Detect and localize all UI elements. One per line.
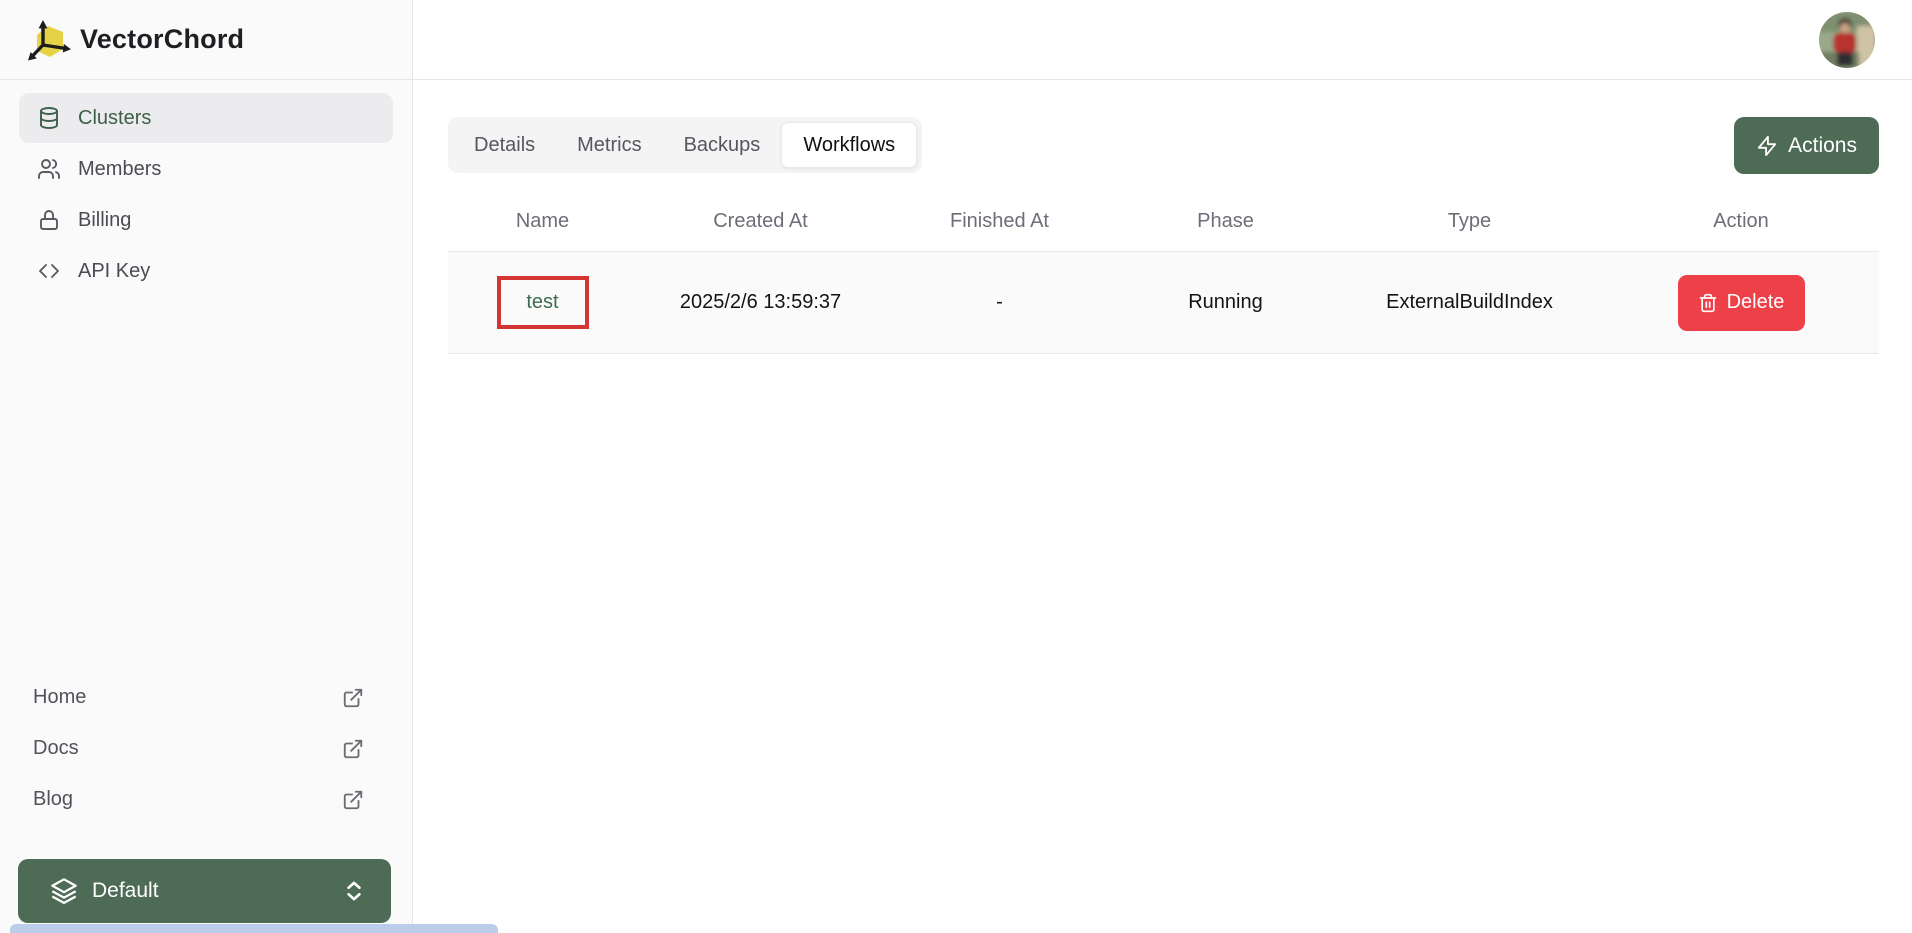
external-link-icon [342,687,364,709]
column-header-action: Action [1603,191,1879,251]
sidebar-item-label: API Key [78,260,150,283]
cluster-tabs: Details Metrics Backups Workflows [448,117,922,173]
sidebar-footer-links: Home Docs Blog [0,672,412,825]
sidebar-item-clusters[interactable]: Clusters [19,93,393,143]
cell-name: test [448,252,637,353]
workspace-switcher-button[interactable]: Default [18,859,391,923]
sidebar-link-label: Home [33,686,86,709]
cell-phase: Running [1115,252,1336,353]
tab-label: Metrics [577,134,641,157]
lock-icon [37,208,61,232]
delete-button[interactable]: Delete [1678,275,1805,331]
sidebar-link-blog[interactable]: Blog [0,774,412,825]
toolbar: Details Metrics Backups Workflows Action… [448,117,1879,174]
sidebar-item-label: Members [78,158,161,181]
column-header-created-at: Created At [637,191,884,251]
bottom-overlay-strip [10,924,498,933]
zap-icon [1756,135,1778,157]
top-bar [413,0,1912,80]
sidebar-spacer [0,297,412,672]
users-icon [37,157,61,181]
tab-label: Workflows [803,134,895,157]
sidebar-item-members[interactable]: Members [19,144,393,194]
cell-finished-at: - [884,252,1115,353]
trash-icon [1698,293,1718,313]
cell-action: Delete [1603,252,1879,353]
vectorchord-logo-icon [26,17,72,63]
cell-type: ExternalBuildIndex [1336,252,1603,353]
table-row: test 2025/2/6 13:59:37 - Running Externa… [448,251,1879,354]
workflows-panel: Details Metrics Backups Workflows Action… [413,80,1912,354]
brand-header: VectorChord [0,0,412,80]
column-header-phase: Phase [1115,191,1336,251]
sidebar-link-docs[interactable]: Docs [0,723,412,774]
sidebar-item-api-key[interactable]: API Key [19,246,393,296]
tab-details[interactable]: Details [453,122,556,168]
sidebar-link-home[interactable]: Home [0,672,412,723]
database-icon [37,106,61,130]
actions-button[interactable]: Actions [1734,117,1879,174]
sidebar-nav: Clusters Members Billing API Key [0,80,412,297]
tab-workflows[interactable]: Workflows [781,122,917,168]
main-area: Details Metrics Backups Workflows Action… [413,0,1912,933]
column-header-finished-at: Finished At [884,191,1115,251]
tab-label: Details [474,134,535,157]
table-header-row: Name Created At Finished At Phase Type A… [448,191,1879,251]
external-link-icon [342,789,364,811]
sidebar-item-label: Clusters [78,107,151,130]
layers-icon [50,877,78,905]
column-header-type: Type [1336,191,1603,251]
cell-created-at: 2025/2/6 13:59:37 [637,252,884,353]
tab-label: Backups [684,134,761,157]
sidebar-link-label: Blog [33,788,73,811]
sidebar: VectorChord Clusters Members [0,0,413,933]
actions-button-label: Actions [1788,134,1857,158]
tab-metrics[interactable]: Metrics [556,122,662,168]
tab-backups[interactable]: Backups [663,122,782,168]
annotation-highlight-box: test [497,276,589,329]
column-header-name: Name [448,191,637,251]
delete-button-label: Delete [1727,291,1785,314]
brand-name: VectorChord [80,24,244,55]
workflow-name-link[interactable]: test [526,291,558,314]
avatar[interactable] [1819,12,1875,68]
chevrons-up-down-icon [341,878,367,904]
workspace-name: Default [92,879,341,903]
external-link-icon [342,738,364,760]
sidebar-item-billing[interactable]: Billing [19,195,393,245]
code-icon [37,259,61,283]
workflows-table: Name Created At Finished At Phase Type A… [448,191,1879,354]
sidebar-item-label: Billing [78,209,131,232]
sidebar-link-label: Docs [33,737,79,760]
